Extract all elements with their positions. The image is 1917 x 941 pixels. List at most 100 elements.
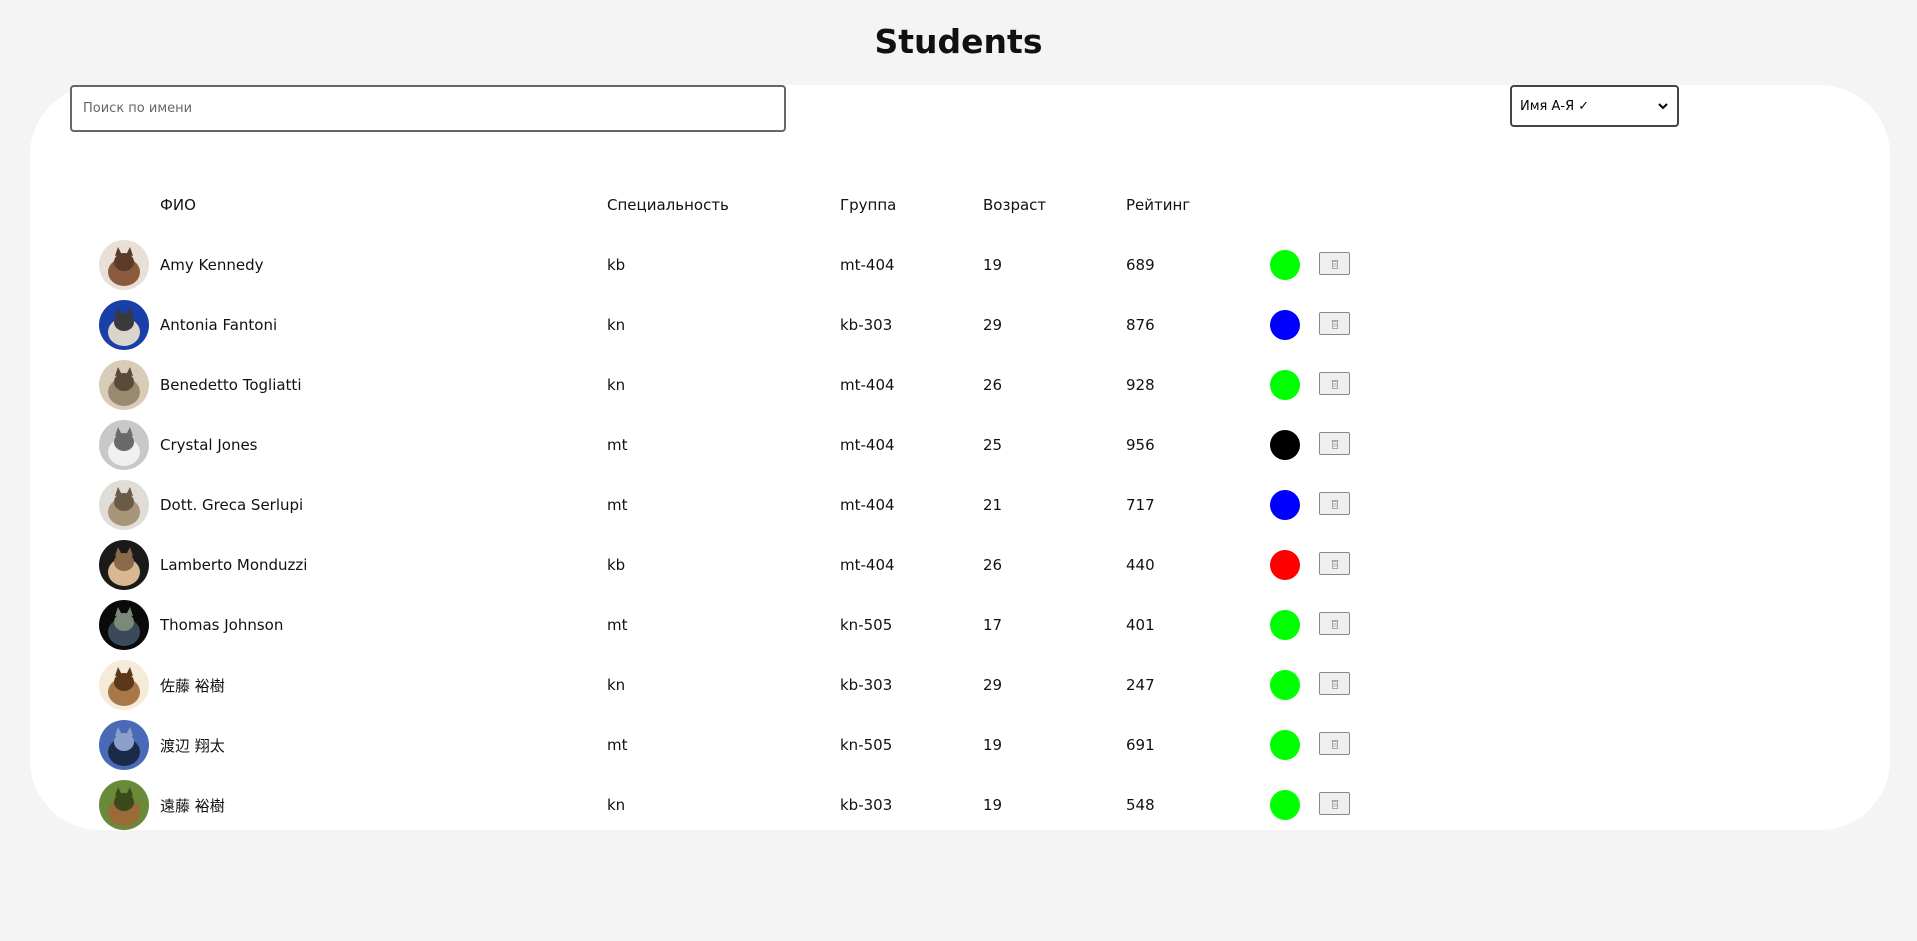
student-rating: 876 [1126,316,1155,334]
trash-icon [1331,799,1338,809]
table-row: Lamberto Monduzzi kb mt-404 26 440 [0,535,1917,595]
student-name: Dott. Greca Serlupi [160,496,304,514]
header-rating: Рейтинг [1126,196,1191,214]
student-specialty: mt [607,736,628,754]
table-row: Amy Kennedy kb mt-404 19 689 [0,235,1917,295]
delete-button[interactable] [1319,792,1350,815]
avatar [99,360,149,410]
student-age: 19 [983,796,1003,814]
trash-icon [1331,679,1338,689]
student-rating: 401 [1126,616,1155,634]
status-color-dot [1270,370,1300,400]
student-rating: 548 [1126,796,1155,814]
header-specialty: Специальность [607,196,729,214]
delete-button[interactable] [1319,312,1350,335]
trash-icon [1331,379,1338,389]
sort-select-value: Имя А-Я ✓ [1520,98,1590,114]
cat-photo-icon [99,660,149,710]
student-age: 29 [983,676,1003,694]
student-rating: 717 [1126,496,1155,514]
student-age: 26 [983,376,1003,394]
student-rating: 440 [1126,556,1155,574]
avatar [99,660,149,710]
student-rating: 956 [1126,436,1155,454]
cat-photo-icon [99,540,149,590]
student-specialty: kn [607,316,626,334]
page-title: Students [874,22,1043,61]
table-row: Dott. Greca Serlupi mt mt-404 21 717 [0,475,1917,535]
student-group: kb-303 [840,676,893,694]
student-age: 17 [983,616,1003,634]
status-color-dot [1270,730,1300,760]
student-group: mt-404 [840,376,895,394]
table-row: Benedetto Togliatti kn mt-404 26 928 [0,355,1917,415]
student-rating: 689 [1126,256,1155,274]
student-specialty: kn [607,676,626,694]
student-rating: 691 [1126,736,1155,754]
delete-button[interactable] [1319,732,1350,755]
student-rating: 247 [1126,676,1155,694]
student-name: Crystal Jones [160,436,258,454]
cat-photo-icon [99,300,149,350]
student-name: Amy Kennedy [160,256,264,274]
status-color-dot [1270,790,1300,820]
sort-select[interactable]: Имя А-Я ✓ [1510,85,1679,127]
cat-photo-icon [99,360,149,410]
trash-icon [1331,439,1338,449]
student-age: 26 [983,556,1003,574]
table-row: 渡辺 翔太 mt kn-505 19 691 [0,715,1917,775]
student-group: mt-404 [840,496,895,514]
delete-button[interactable] [1319,252,1350,275]
student-group: kn-505 [840,736,893,754]
status-color-dot [1270,610,1300,640]
header-age: Возраст [983,196,1047,214]
student-name: Lamberto Monduzzi [160,556,308,574]
delete-button[interactable] [1319,432,1350,455]
cat-photo-icon [99,420,149,470]
trash-icon [1331,559,1338,569]
delete-button[interactable] [1319,552,1350,575]
table-row: Antonia Fantoni kn kb-303 29 876 [0,295,1917,355]
cat-photo-icon [99,480,149,530]
trash-icon [1331,499,1338,509]
student-age: 25 [983,436,1003,454]
student-group: mt-404 [840,256,895,274]
student-name: 遠藤 裕樹 [160,796,225,815]
avatar [99,780,149,830]
student-age: 19 [983,256,1003,274]
header-name: ФИО [160,196,196,214]
cat-photo-icon [99,240,149,290]
table-header-row: ФИО Специальность Группа Возраст Рейтинг [0,175,1917,235]
student-rating: 928 [1126,376,1155,394]
avatar [99,720,149,770]
student-age: 21 [983,496,1003,514]
student-name: Antonia Fantoni [160,316,278,334]
student-group: kb-303 [840,796,893,814]
cat-photo-icon [99,600,149,650]
status-color-dot [1270,550,1300,580]
student-specialty: mt [607,616,628,634]
delete-button[interactable] [1319,492,1350,515]
avatar [99,540,149,590]
student-age: 29 [983,316,1003,334]
delete-button[interactable] [1319,612,1350,635]
status-color-dot [1270,670,1300,700]
search-input[interactable] [70,85,786,132]
trash-icon [1331,319,1338,329]
table-row: 佐藤 裕樹 kn kb-303 29 247 [0,655,1917,715]
student-group: mt-404 [840,556,895,574]
delete-button[interactable] [1319,372,1350,395]
avatar [99,240,149,290]
student-specialty: mt [607,436,628,454]
trash-icon [1331,739,1338,749]
avatar [99,420,149,470]
delete-button[interactable] [1319,672,1350,695]
student-specialty: mt [607,496,628,514]
status-color-dot [1270,490,1300,520]
student-age: 19 [983,736,1003,754]
status-color-dot [1270,250,1300,280]
student-specialty: kb [607,556,626,574]
student-name: 渡辺 翔太 [160,736,225,755]
header-group: Группа [840,196,897,214]
student-name: 佐藤 裕樹 [160,676,225,695]
